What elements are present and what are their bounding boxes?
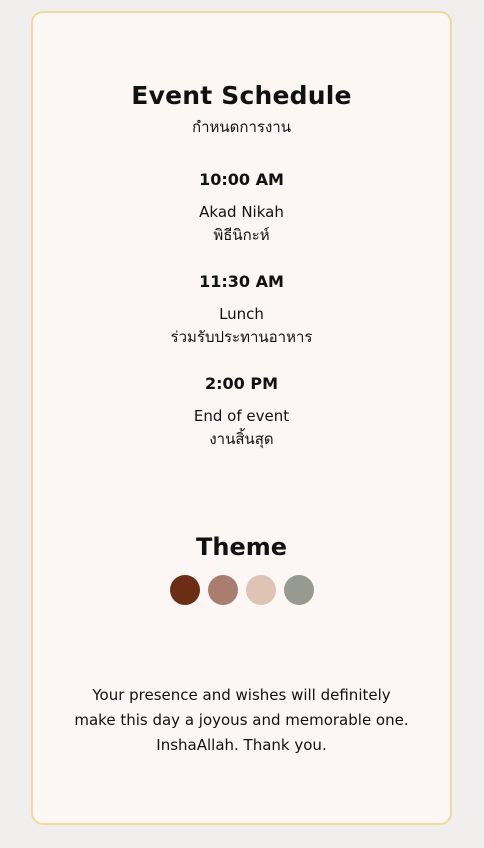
schedule-event: 2:00 PM End of event งานสิ้นสุด [33, 373, 450, 451]
theme-swatches [33, 575, 450, 605]
theme-color-swatch [245, 575, 276, 605]
event-name-en: Lunch [219, 305, 264, 323]
page: Event Schedule กำหนดการงาน 10:00 AM Akad… [0, 0, 484, 848]
theme-title: Theme [195, 533, 288, 561]
closing-message: Your presence and wishes will definitely… [73, 683, 410, 758]
closing-line: InshaAllah. Thank you. [156, 736, 327, 754]
event-name-en: End of event [193, 407, 290, 425]
schedule-event: 11:30 AM Lunch ร่วมรับประทานอาหาร [33, 271, 450, 349]
closing-line: Your presence and wishes will definitely [92, 686, 391, 704]
event-name-th: พิธีนิกะห์ [213, 226, 270, 244]
event-name-en: Akad Nikah [199, 203, 284, 221]
event-name-th: ร่วมรับประทานอาหาร [170, 328, 313, 346]
event-name-th: งานสิ้นสุด [209, 430, 274, 448]
theme-color-swatch [169, 575, 200, 605]
schedule-title: Event Schedule [131, 81, 352, 110]
event-time: 10:00 AM [199, 170, 284, 189]
closing-line: make this day a joyous and memorable one… [74, 711, 409, 729]
schedule-event: 10:00 AM Akad Nikah พิธีนิกะห์ [33, 169, 450, 247]
event-time: 2:00 PM [204, 374, 278, 393]
event-time: 11:30 AM [199, 272, 284, 291]
schedule-subtitle: กำหนดการงาน [192, 118, 291, 136]
theme-color-swatch [283, 575, 314, 605]
theme-color-swatch [207, 575, 238, 605]
schedule-card: Event Schedule กำหนดการงาน 10:00 AM Akad… [31, 11, 452, 825]
